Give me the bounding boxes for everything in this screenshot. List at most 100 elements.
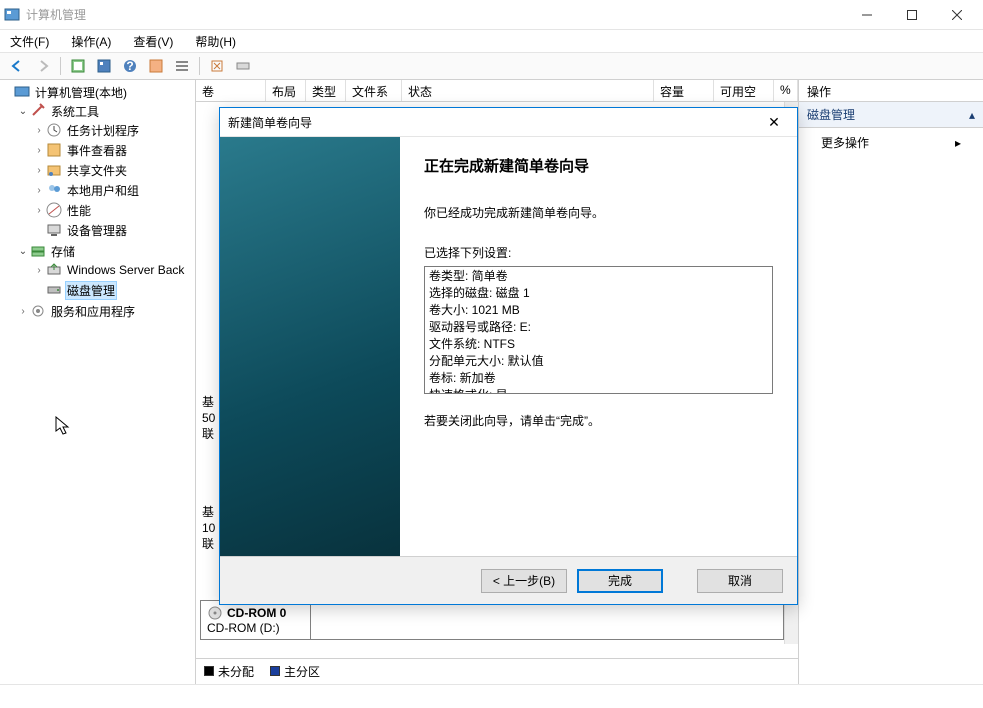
- computer-icon: [14, 84, 30, 100]
- setting-line: 驱动器号或路径: E:: [429, 319, 768, 336]
- actions-pane: 操作 磁盘管理 ▴ 更多操作 ▸: [799, 80, 983, 684]
- backup-icon: [46, 262, 62, 278]
- tree-disk-management[interactable]: 磁盘管理: [32, 281, 195, 299]
- window-title: 计算机管理: [26, 6, 844, 23]
- tree-system-tools[interactable]: ⌄ 系统工具: [16, 102, 195, 120]
- chevron-right-icon: ›: [32, 185, 46, 196]
- cdrom-panel[interactable]: CD-ROM 0 CD-ROM (D:): [201, 601, 311, 639]
- svg-text:?: ?: [126, 59, 133, 73]
- clock-icon: [46, 122, 62, 138]
- tree-performance[interactable]: ›性能: [32, 201, 195, 219]
- wizard-body: 正在完成新建简单卷向导 你已经成功完成新建简单卷向导。 已选择下列设置: 卷类型…: [220, 136, 797, 556]
- wizard-close-message: 若要关闭此向导，请单击“完成”。: [424, 412, 773, 430]
- toolbar-separator: [60, 57, 61, 75]
- col-free[interactable]: 可用空间: [714, 80, 774, 101]
- toolbar-help-button[interactable]: ?: [119, 55, 141, 77]
- tree-root[interactable]: 计算机管理(本地): [0, 83, 195, 101]
- cdrom-volume-area[interactable]: [311, 601, 783, 639]
- chevron-right-icon: ›: [16, 306, 30, 317]
- menu-file[interactable]: 文件(F): [6, 31, 53, 52]
- collapse-icon: ▴: [969, 108, 975, 122]
- actions-section-label: 磁盘管理: [807, 106, 855, 123]
- cdrom-subtitle: CD-ROM (D:): [207, 621, 304, 635]
- nav-forward-button[interactable]: [32, 55, 54, 77]
- disk-icon: [46, 282, 62, 298]
- menu-view[interactable]: 查看(V): [129, 31, 177, 52]
- legend-primary: 主分区: [270, 663, 320, 680]
- tree-label: 事件查看器: [65, 142, 129, 159]
- tree-services[interactable]: › 服务和应用程序: [16, 302, 195, 320]
- close-button[interactable]: [934, 0, 979, 30]
- folder-share-icon: [46, 162, 62, 178]
- setting-line: 文件系统: NTFS: [429, 336, 768, 353]
- minimize-button[interactable]: [844, 0, 889, 30]
- maximize-button[interactable]: [889, 0, 934, 30]
- tree-label: 任务计划程序: [65, 122, 141, 139]
- actions-more[interactable]: 更多操作 ▸: [799, 128, 983, 157]
- cdrom-title: CD-ROM 0: [227, 606, 286, 620]
- tree-shared-folders[interactable]: ›共享文件夹: [32, 161, 195, 179]
- chevron-right-icon: ›: [32, 165, 46, 176]
- cdrom-icon: [207, 605, 223, 621]
- storage-icon: [30, 243, 46, 259]
- tree-wsb[interactable]: ›Windows Server Back: [32, 261, 195, 279]
- wizard-sidebar-image: [220, 137, 400, 556]
- wizard-button-row: < 上一步(B) 完成 取消: [220, 556, 797, 604]
- chevron-down-icon: ⌄: [16, 246, 30, 257]
- text: 联: [202, 536, 216, 552]
- col-capacity[interactable]: 容量: [654, 80, 714, 101]
- menu-help[interactable]: 帮助(H): [191, 31, 240, 52]
- toolbar-refresh[interactable]: [145, 55, 167, 77]
- chevron-down-icon: ⌄: [16, 106, 30, 117]
- text: 基: [202, 394, 216, 410]
- legend-label: 主分区: [284, 665, 320, 679]
- perf-icon: [46, 202, 62, 218]
- chevron-right-icon: ›: [32, 125, 46, 136]
- col-pct[interactable]: %: [774, 80, 798, 101]
- col-layout[interactable]: 布局: [266, 80, 306, 101]
- text: 50: [202, 410, 216, 426]
- wizard-cancel-button[interactable]: 取消: [697, 569, 783, 593]
- col-volume[interactable]: 卷: [196, 80, 266, 101]
- toolbar-list-view[interactable]: [171, 55, 193, 77]
- actions-section-disk[interactable]: 磁盘管理 ▴: [799, 102, 983, 128]
- services-icon: [30, 303, 46, 319]
- window-titlebar: 计算机管理: [0, 0, 983, 30]
- tree-device-manager[interactable]: 设备管理器: [32, 221, 195, 239]
- volume-list-header: 卷 布局 类型 文件系统 状态 容量 可用空间 %: [196, 80, 798, 102]
- tree-task-scheduler[interactable]: › 任务计划程序: [32, 121, 195, 139]
- col-fs[interactable]: 文件系统: [346, 80, 402, 101]
- setting-line: 快速格式化: 是: [429, 387, 768, 394]
- menu-action[interactable]: 操作(A): [67, 31, 115, 52]
- tree-label: 服务和应用程序: [49, 303, 137, 320]
- wizard-titlebar: 新建简单卷向导 ✕: [220, 108, 797, 136]
- chevron-right-icon: ▸: [955, 136, 961, 150]
- toolbar-separator: [199, 57, 200, 75]
- wizard-done-message: 你已经成功完成新建简单卷向导。: [424, 204, 773, 222]
- tools-icon: [30, 103, 46, 119]
- col-type[interactable]: 类型: [306, 80, 346, 101]
- tree-storage[interactable]: ⌄ 存储: [16, 242, 195, 260]
- wizard-back-button[interactable]: < 上一步(B): [481, 569, 567, 593]
- wizard-finish-button[interactable]: 完成: [577, 569, 663, 593]
- setting-line: 卷类型: 简单卷: [429, 268, 768, 285]
- wizard-close-button[interactable]: ✕: [759, 114, 789, 131]
- chevron-right-icon: ›: [32, 145, 46, 156]
- nav-back-button[interactable]: [6, 55, 28, 77]
- toolbar-extra[interactable]: [232, 55, 254, 77]
- tree-local-users[interactable]: ›本地用户和组: [32, 181, 195, 199]
- tree-label: 设备管理器: [65, 222, 129, 239]
- col-status[interactable]: 状态: [402, 80, 654, 101]
- toolbar-settings[interactable]: [206, 55, 228, 77]
- wizard-content: 正在完成新建简单卷向导 你已经成功完成新建简单卷向导。 已选择下列设置: 卷类型…: [400, 137, 797, 556]
- wizard-settings-list[interactable]: 卷类型: 简单卷 选择的磁盘: 磁盘 1 卷大小: 1021 MB 驱动器号或路…: [424, 266, 773, 394]
- tree-label: 存储: [49, 243, 77, 260]
- toolbar-show-hide[interactable]: [67, 55, 89, 77]
- tree-event-viewer[interactable]: › 事件查看器: [32, 141, 195, 159]
- setting-line: 卷大小: 1021 MB: [429, 302, 768, 319]
- toolbar-properties[interactable]: [93, 55, 115, 77]
- tree-label: 系统工具: [49, 103, 101, 120]
- tree-label: 磁盘管理: [65, 281, 117, 300]
- statusbar: [0, 684, 983, 708]
- text: 联: [202, 426, 216, 442]
